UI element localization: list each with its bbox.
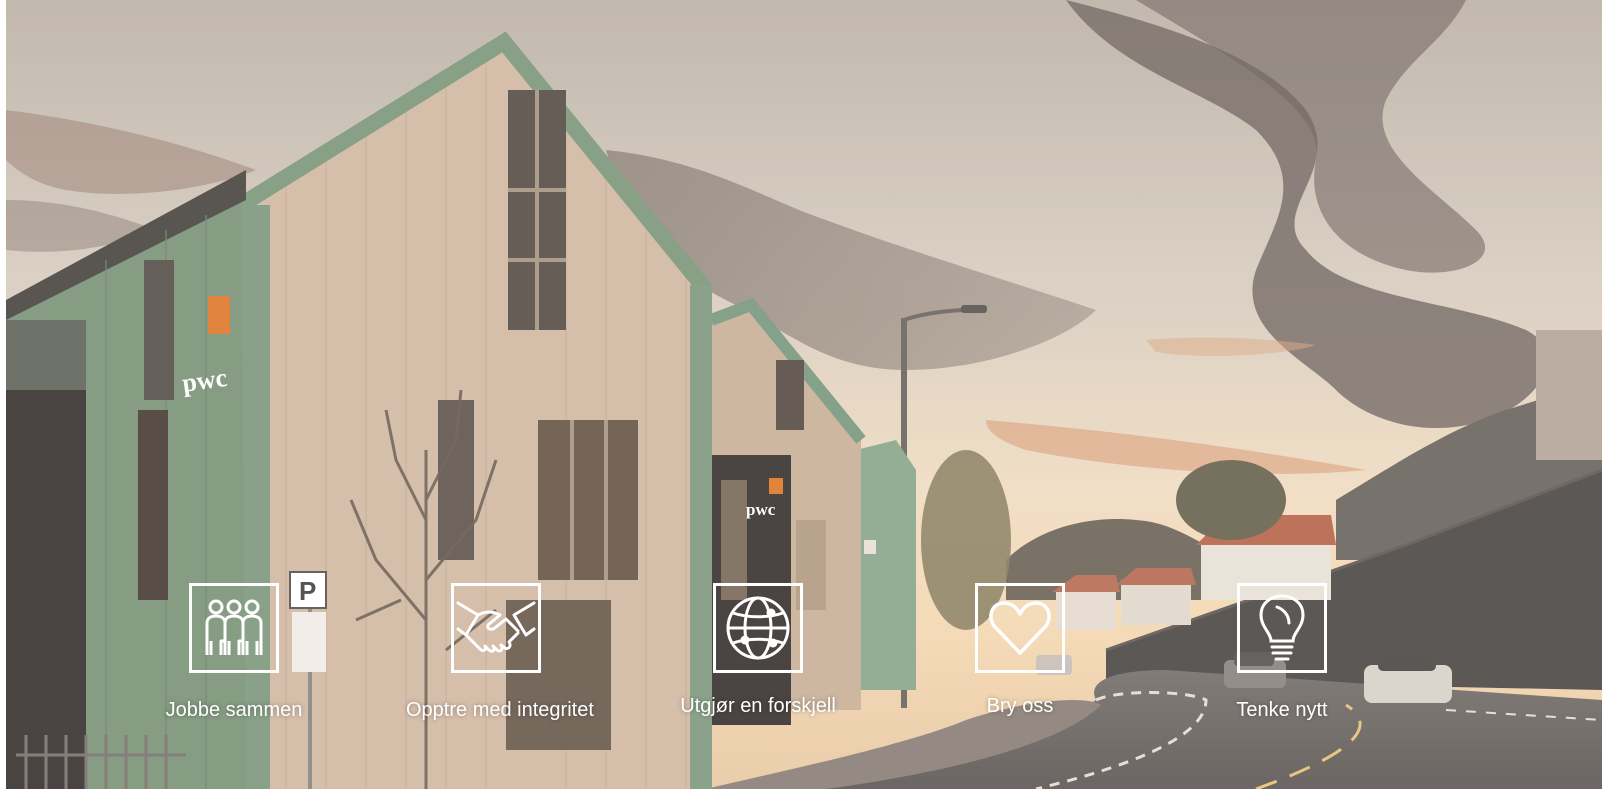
value-label: Utgjør en forskjell (680, 695, 836, 717)
heart-icon (975, 583, 1065, 673)
handshake-icon (451, 583, 541, 673)
value-label: Bry oss (986, 695, 1054, 717)
value-utgjor-en-forskjell[interactable]: Utgjør en forskjell (668, 583, 848, 718)
people-group-icon (189, 583, 279, 673)
globe-network-icon (713, 583, 803, 673)
values-row: Jobbe sammen Opptre med integritet Utgjø… (0, 0, 1602, 789)
value-tenke-nytt[interactable]: Tenke nytt (1192, 583, 1372, 722)
value-label: Opptre med integritet (406, 699, 594, 721)
value-label: Tenke nytt (1236, 699, 1328, 721)
value-opptre-med-integritet[interactable]: Opptre med integritet (406, 583, 594, 722)
value-label: Jobbe sammen (165, 699, 303, 721)
lightbulb-icon (1237, 583, 1327, 673)
value-bry-oss[interactable]: Bry oss (930, 583, 1110, 718)
value-jobbe-sammen[interactable]: Jobbe sammen (144, 583, 324, 722)
